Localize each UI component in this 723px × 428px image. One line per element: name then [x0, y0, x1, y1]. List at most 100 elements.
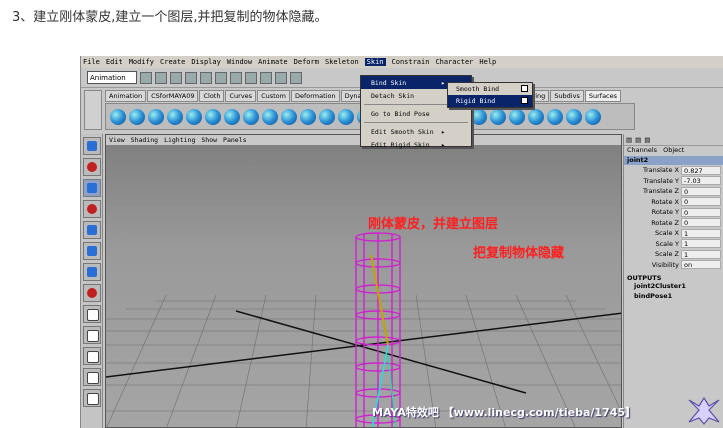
manipulator-icon[interactable] [83, 263, 101, 281]
snap-grid-icon[interactable] [215, 71, 227, 84]
scale-tool-icon[interactable] [83, 242, 101, 260]
save-scene-icon[interactable] [155, 71, 167, 84]
vp-menu-view[interactable]: View [109, 136, 125, 144]
vp-menu-panels[interactable]: Panels [223, 136, 246, 144]
history-icon[interactable] [260, 71, 272, 84]
rebuild-icon[interactable] [490, 108, 506, 125]
menu-constrain[interactable]: Constrain [392, 58, 430, 66]
two-pane-layout-icon[interactable] [83, 347, 101, 365]
extrude-icon[interactable] [300, 108, 316, 125]
torus-icon[interactable] [205, 108, 221, 125]
attr-value[interactable]: 0 [681, 218, 721, 228]
menu-create[interactable]: Create [160, 58, 185, 66]
sphere-icon[interactable] [110, 108, 126, 125]
select-object-icon[interactable] [185, 71, 197, 84]
nurbs-to-poly-icon[interactable] [585, 108, 601, 125]
attr-value[interactable]: 0 [681, 207, 721, 217]
menu-skeleton[interactable]: Skeleton [325, 58, 359, 66]
output-node[interactable]: joint2Cluster1 [624, 282, 723, 292]
plane-icon[interactable] [186, 108, 202, 125]
attr-value[interactable]: 1 [681, 249, 721, 259]
submenu-item-rigid-bind[interactable]: Rigid Bind [448, 95, 532, 107]
shelf-tab-animation[interactable]: Animation [105, 90, 147, 102]
channel-node-name[interactable]: joint2 [624, 156, 723, 165]
loft-icon[interactable] [262, 108, 278, 125]
bind-skin-submenu: Smooth Bind Rigid Bind [447, 82, 533, 108]
attr-value[interactable]: 0 [681, 186, 721, 196]
menu-help[interactable]: Help [479, 58, 496, 66]
sculpt-icon[interactable] [528, 108, 544, 125]
attr-value[interactable]: 0 [681, 197, 721, 207]
attr-label: Translate Z [642, 187, 679, 196]
cone-icon[interactable] [167, 108, 183, 125]
revolve-icon[interactable] [281, 108, 297, 125]
vp-menu-shading[interactable]: Shading [131, 136, 158, 144]
menu-deform[interactable]: Deform [294, 58, 319, 66]
menu-item-edit-rigid-skin[interactable]: Edit Rigid Skin ▸ [361, 138, 471, 151]
reverse-icon[interactable] [509, 108, 525, 125]
select-component-icon[interactable] [200, 71, 212, 84]
snap-curve-icon[interactable] [230, 71, 242, 84]
channel-icon-1[interactable]: ▤ [626, 136, 632, 144]
snap-point-icon[interactable] [245, 71, 257, 84]
outliner-layout-icon[interactable] [83, 368, 101, 386]
four-pane-layout-icon[interactable] [83, 326, 101, 344]
shelf-tab-cloth[interactable]: Cloth [199, 90, 225, 102]
paint-select-tool-icon[interactable] [83, 179, 101, 197]
channel-icon-3[interactable]: ▤ [644, 136, 650, 144]
shelf-options[interactable] [84, 90, 102, 130]
channel-icon-2[interactable]: ▤ [635, 136, 641, 144]
tab-channels[interactable]: Channels [627, 146, 657, 156]
single-pane-layout-icon[interactable] [83, 305, 101, 323]
mode-selector[interactable]: Animation [87, 71, 137, 84]
open-scene-icon[interactable] [140, 71, 152, 84]
move-tool-icon[interactable] [83, 200, 101, 218]
cylinder-icon[interactable] [148, 108, 164, 125]
shelf-tab-curves[interactable]: Curves [225, 90, 257, 102]
vp-menu-lighting[interactable]: Lighting [164, 136, 195, 144]
menu-window[interactable]: Window [227, 58, 252, 66]
render-icon[interactable] [275, 71, 287, 84]
boundary-icon[interactable] [338, 108, 354, 125]
menu-file[interactable]: File [83, 58, 100, 66]
attr-value[interactable]: 0.827 [681, 165, 721, 175]
menu-character[interactable]: Character [435, 58, 473, 66]
rotate-tool-icon[interactable] [83, 221, 101, 239]
lasso-tool-icon[interactable] [83, 158, 101, 176]
vp-menu-show[interactable]: Show [201, 136, 217, 144]
option-box-icon[interactable] [521, 97, 528, 104]
output-node[interactable]: bindPose1 [624, 292, 723, 302]
viewport-perspective[interactable]: View Shading Lighting Show Panels [105, 134, 622, 428]
menu-skin[interactable]: Skin [364, 58, 386, 66]
attr-value[interactable]: 1 [681, 239, 721, 249]
last-tool-icon[interactable] [83, 284, 101, 302]
square-icon[interactable] [243, 108, 259, 125]
menu-animate[interactable]: Animate [258, 58, 288, 66]
offset-icon[interactable] [471, 108, 487, 125]
menu-display[interactable]: Display [191, 58, 221, 66]
shelf-tab-deformation[interactable]: Deformation [290, 90, 340, 102]
graph-layout-icon[interactable] [83, 389, 101, 407]
cube-icon[interactable] [129, 108, 145, 125]
shelf-tab-subdivs[interactable]: Subdivs [550, 90, 584, 102]
menu-item-edit-smooth-skin[interactable]: Edit Smooth Skin ▸ [361, 125, 471, 138]
shelf-tab-custom[interactable]: Custom [257, 90, 290, 102]
shelf-tab-csformaya09[interactable]: CSforMAYA09 [147, 90, 199, 102]
ipr-render-icon[interactable] [290, 71, 302, 84]
square-surface-icon[interactable] [566, 108, 582, 125]
select-tool-icon[interactable] [83, 137, 101, 155]
stitch-icon[interactable] [547, 108, 563, 125]
shelf-tab-surfaces[interactable]: Surfaces [584, 90, 622, 102]
menu-edit[interactable]: Edit [106, 58, 123, 66]
birail-icon[interactable] [319, 108, 335, 125]
menu-item-go-to-bind-pose[interactable]: Go to Bind Pose [361, 107, 471, 120]
attr-value[interactable]: 1 [681, 228, 721, 238]
menu-modify[interactable]: Modify [129, 58, 154, 66]
option-box-icon[interactable] [521, 85, 528, 92]
submenu-item-smooth-bind[interactable]: Smooth Bind [448, 83, 532, 95]
attr-value[interactable]: on [681, 260, 721, 270]
circle-icon[interactable] [224, 108, 240, 125]
select-hierarchy-icon[interactable] [170, 71, 182, 84]
attr-value[interactable]: -7.03 [681, 176, 721, 186]
tab-object[interactable]: Object [663, 146, 684, 156]
